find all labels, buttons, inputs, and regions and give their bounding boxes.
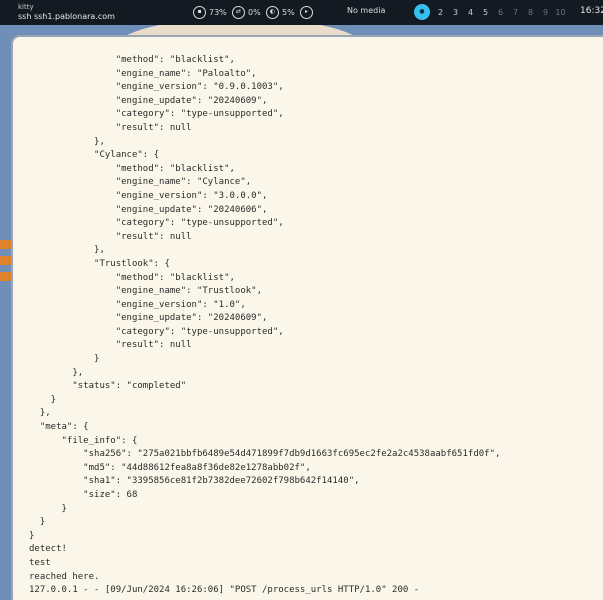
terminal-line: "method": "blacklist", (29, 272, 235, 283)
terminal-output: "method": "blacklist", "engine_name": "P… (29, 54, 500, 598)
media-status: No media (347, 6, 386, 15)
swap-usage-value: 0% (248, 7, 261, 17)
terminal-line: "engine_version": "3.0.0.0", (29, 190, 268, 201)
terminal-window[interactable]: "method": "blacklist", "engine_name": "P… (11, 35, 603, 600)
terminal-line: "category": "type-unsupported", (29, 109, 284, 120)
terminal-line: "Cylance": { (29, 150, 160, 161)
terminal-line: } (29, 530, 35, 541)
terminal-line: "engine_version": "0.9.0.1003", (29, 82, 284, 93)
top-panel: kitty ssh ssh1.pablonara.com ▪ 73% ⇄ 0% … (0, 0, 603, 25)
terminal-line: "result": null (29, 122, 192, 133)
terminal-line: "file_info": { (29, 435, 138, 446)
terminal-line: "result": null (29, 231, 192, 242)
terminal-line: "sha256": "275a021bbfb6489e54d471899f7db… (29, 449, 501, 460)
terminal-line: detect! (29, 544, 67, 555)
terminal-line: "status": "completed" (29, 381, 187, 392)
clock[interactable]: 16:32 (580, 6, 603, 16)
terminal-line: test (29, 557, 51, 568)
terminal-line: }, (29, 136, 105, 147)
terminal-line: "category": "type-unsupported", (29, 326, 284, 337)
terminal-line: "method": "blacklist", (29, 163, 235, 174)
terminal-line: } (29, 354, 100, 365)
terminal-line: "method": "blacklist", (29, 55, 235, 65)
workspace-active-indicator[interactable]: ● (414, 4, 430, 20)
terminal-line: "size": 68 (29, 490, 138, 500)
workspace-10[interactable]: 10 (553, 8, 568, 17)
cpu-icon: ▪ (193, 5, 206, 19)
terminal-line: "engine_update": "20240609", (29, 313, 268, 324)
terminal-line: "engine_update": "20240606", (29, 204, 268, 215)
terminal-line: "Trustlook": { (29, 258, 170, 269)
workspace-6[interactable]: 6 (493, 8, 508, 17)
terminal-line: "engine_version": "1.0", (29, 299, 246, 310)
terminal-line: "result": null (29, 340, 192, 351)
active-app-name: kitty (18, 3, 34, 11)
play-icon: ▸ (300, 5, 313, 19)
disk-usage[interactable]: ◐ 5% (266, 5, 295, 19)
terminal-line: } (29, 503, 67, 514)
terminal-line: reached here. (29, 571, 100, 582)
terminal-line: }, (29, 245, 105, 256)
terminal-line: } (29, 394, 57, 405)
terminal-line: 127.0.0.1 - - [09/Jun/2024 16:26:06] "PO… (29, 585, 420, 596)
workspace-5[interactable]: 5 (478, 8, 493, 17)
media-play-button[interactable]: ▸ (300, 5, 313, 19)
workspace-2[interactable]: 2 (433, 8, 448, 17)
workspace-4[interactable]: 4 (463, 8, 478, 17)
terminal-line: }, (29, 408, 51, 419)
terminal-line: }, (29, 367, 84, 378)
terminal-line: } (29, 517, 46, 528)
active-window-title: ssh ssh1.pablonara.com (18, 12, 115, 21)
terminal-line: "category": "type-unsupported", (29, 218, 284, 229)
terminal-line: "engine_name": "Cylance", (29, 177, 252, 188)
workspace-8[interactable]: 8 (523, 8, 538, 17)
cpu-usage[interactable]: ▪ 73% (193, 5, 227, 19)
terminal-line: "sha1": "3395856ce81f2b7382dee72602f798b… (29, 476, 360, 487)
terminal-line: "md5": "44d88612fea8a8f36de82e1278abb02f… (29, 462, 311, 473)
disk-icon: ◐ (266, 5, 279, 19)
workspace-3[interactable]: 3 (448, 8, 463, 17)
workspace-9[interactable]: 9 (538, 8, 553, 17)
workspace-7[interactable]: 7 (508, 8, 523, 17)
workspace-switcher: ● 2 3 4 5 6 7 8 9 10 (414, 3, 568, 21)
cpu-usage-value: 73% (209, 7, 227, 17)
swap-icon: ⇄ (232, 5, 245, 19)
swap-usage[interactable]: ⇄ 0% (232, 5, 261, 19)
terminal-line: "engine_name": "Paloalto", (29, 68, 257, 79)
disk-usage-value: 5% (282, 7, 295, 17)
terminal-line: "engine_name": "Trustlook", (29, 286, 262, 297)
terminal-line: "meta": { (29, 422, 89, 433)
terminal-line: "engine_update": "20240609", (29, 95, 268, 106)
